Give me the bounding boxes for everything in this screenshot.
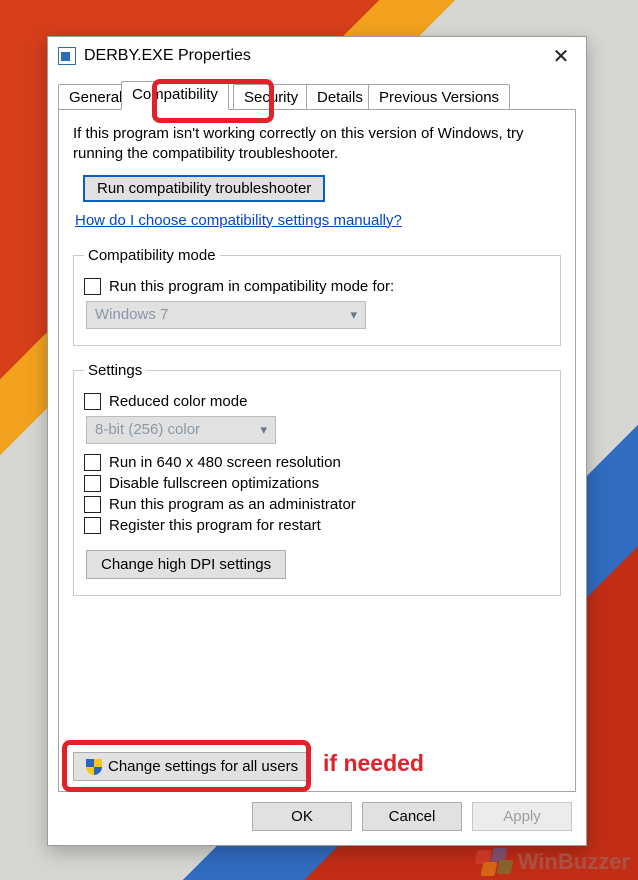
chevron-down-icon: ▾ [260,422,267,438]
color-mode-value: 8-bit (256) color [95,421,200,438]
uac-shield-icon [86,759,102,775]
tab-details[interactable]: Details [306,84,374,109]
tab-previous-versions[interactable]: Previous Versions [368,84,510,109]
app-icon [58,47,76,65]
resolution-checkbox[interactable] [84,454,101,471]
disable-fullscreen-checkbox[interactable] [84,475,101,492]
dialog-buttons: OK Cancel Apply [48,802,586,845]
window-title: DERBY.EXE Properties [84,47,536,65]
intro-text: If this program isn't working correctly … [73,124,561,165]
help-link[interactable]: How do I choose compatibility settings m… [75,212,561,229]
color-mode-select: 8-bit (256) color ▾ [86,416,276,444]
ok-button[interactable]: OK [252,802,352,831]
register-restart-label: Register this program for restart [109,517,321,534]
annotation-text: if needed [323,750,424,777]
compat-os-value: Windows 7 [95,306,168,323]
change-dpi-button[interactable]: Change high DPI settings [86,550,286,579]
run-troubleshooter-button[interactable]: Run compatibility troubleshooter [83,175,325,202]
apply-button: Apply [472,802,572,831]
compat-mode-checkbox[interactable] [84,278,101,295]
reduced-color-checkbox[interactable] [84,393,101,410]
titlebar: DERBY.EXE Properties ✕ [48,37,586,75]
reduced-color-label: Reduced color mode [109,393,247,410]
register-restart-checkbox[interactable] [84,517,101,534]
tab-security[interactable]: Security [233,84,309,109]
change-all-users-button[interactable]: Change settings for all users [73,752,311,781]
run-as-admin-checkbox[interactable] [84,496,101,513]
disable-fullscreen-label: Disable fullscreen optimizations [109,475,319,492]
settings-group: Settings Reduced color mode 8-bit (256) … [73,362,561,596]
cancel-button[interactable]: Cancel [362,802,462,831]
settings-legend: Settings [84,362,146,379]
tabs: General Compatibility Security Details P… [58,81,576,109]
chevron-down-icon: ▾ [350,307,357,323]
properties-window: DERBY.EXE Properties ✕ General Compatibi… [47,36,587,846]
compat-mode-label: Run this program in compatibility mode f… [109,278,394,295]
compatibility-mode-group: Compatibility mode Run this program in c… [73,247,561,346]
change-all-users-label: Change settings for all users [108,758,298,775]
resolution-label: Run in 640 x 480 screen resolution [109,454,341,471]
close-icon[interactable]: ✕ [536,37,586,75]
compatibility-mode-legend: Compatibility mode [84,247,220,264]
tab-panel-compatibility: If this program isn't working correctly … [58,109,576,792]
run-as-admin-label: Run this program as an administrator [109,496,356,513]
tab-compatibility[interactable]: Compatibility [121,81,229,110]
compat-os-select: Windows 7 ▾ [86,301,366,329]
